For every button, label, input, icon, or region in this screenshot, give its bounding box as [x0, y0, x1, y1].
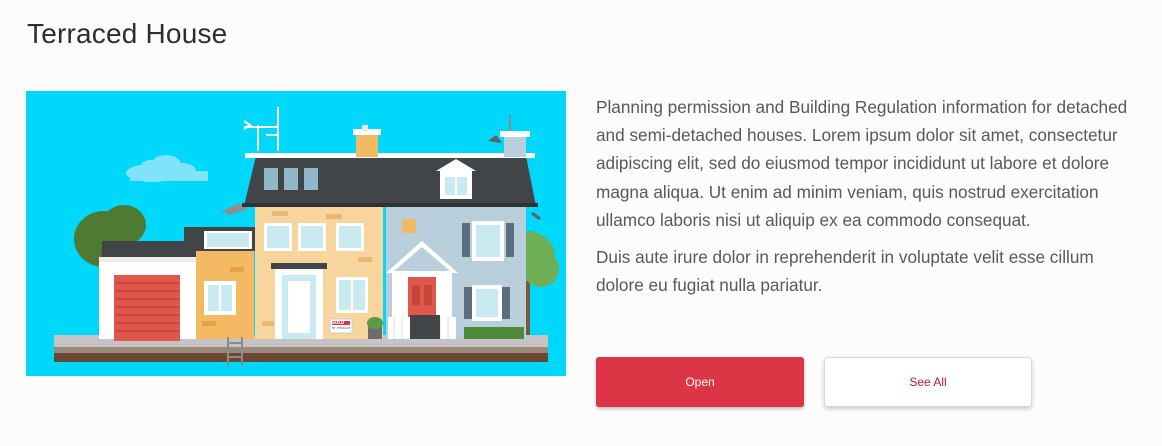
page-title: Terraced House [27, 18, 228, 49]
house-illustration: SOLD BY TERRACE [26, 91, 566, 376]
garage [99, 241, 199, 341]
tan-house [255, 207, 383, 339]
sold-sign-text: SOLD [332, 320, 345, 325]
sold-sign-subtext: BY TERRACE [332, 326, 351, 330]
fence [388, 315, 456, 339]
open-button[interactable]: Open [596, 357, 804, 407]
skylights [264, 168, 318, 190]
hedge [464, 327, 524, 339]
see-all-button[interactable]: See All [824, 357, 1032, 407]
description: Planning permission and Building Regulat… [596, 93, 1141, 299]
soil [54, 353, 548, 362]
description-paragraph: Planning permission and Building Regulat… [596, 97, 1128, 230]
description-paragraph: Duis aute irure dolor in reprehenderit i… [596, 247, 1094, 296]
